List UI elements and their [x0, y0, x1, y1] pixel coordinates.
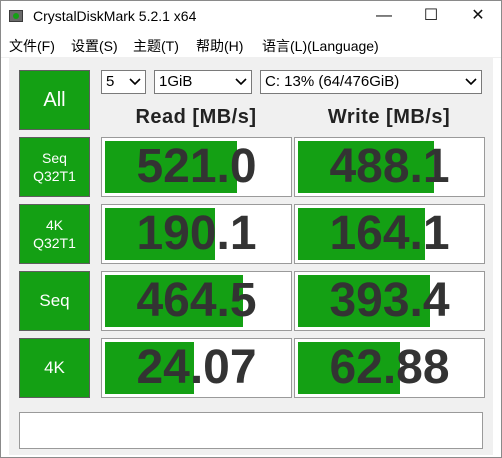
- chevron-down-icon: [235, 78, 247, 86]
- read-value: 24.07: [136, 341, 257, 394]
- write-value: 62.88: [329, 341, 450, 394]
- row-label-primary: Seq: [42, 150, 67, 166]
- menu-theme[interactable]: 主题(T): [133, 36, 179, 56]
- seq-q32t1-write-cell: 488.1: [294, 137, 485, 197]
- read-header: Read [MB/s]: [135, 106, 257, 128]
- disk-app-icon: [9, 10, 23, 22]
- 4k-q32t1-button[interactable]: 4K Q32T1: [19, 204, 90, 264]
- write-header: Write [MB/s]: [327, 106, 451, 128]
- menu-language[interactable]: 语言(L)(Language): [262, 36, 379, 56]
- 4k-q32t1-read-cell: 190.1: [101, 204, 292, 264]
- window-title: CrystalDiskMark 5.2.1 x64: [33, 8, 197, 24]
- 4k-button[interactable]: 4K: [19, 338, 90, 398]
- row-label-primary: 4K: [45, 217, 64, 233]
- test-size-select[interactable]: 1GiB: [154, 70, 252, 94]
- drive-select[interactable]: C: 13% (64/476GiB): [260, 70, 482, 94]
- chevron-down-icon: [129, 78, 141, 86]
- menu-file[interactable]: 文件(F): [9, 36, 55, 56]
- row-label-primary: Seq: [39, 291, 70, 310]
- menu-bar: 文件(F) 设置(S) 主题(T) 帮助(H) 语言(L)(Language): [1, 31, 501, 58]
- app-window: CrystalDiskMark 5.2.1 x64 — ☐ ✕ 文件(F) 设置…: [0, 0, 502, 458]
- main-panel: All 5 1GiB C: 13% (64/476GiB) Read [MB/s…: [9, 57, 493, 455]
- read-value: 190.1: [136, 207, 257, 260]
- row-label-secondary: Q32T1: [33, 235, 76, 251]
- comment-input[interactable]: [19, 412, 483, 449]
- close-button[interactable]: ✕: [455, 1, 501, 31]
- seq-q32t1-button[interactable]: Seq Q32T1: [19, 137, 90, 197]
- row-label-secondary: Q32T1: [33, 168, 76, 184]
- minimize-button[interactable]: —: [361, 1, 407, 31]
- read-value: 521.0: [136, 140, 257, 193]
- seq-button[interactable]: Seq: [19, 271, 90, 331]
- chevron-down-icon: [465, 78, 477, 86]
- seq-q32t1-read-cell: 521.0: [101, 137, 292, 197]
- test-count-select[interactable]: 5: [101, 70, 146, 94]
- run-all-label: All: [43, 88, 66, 111]
- test-count-value: 5: [106, 73, 115, 90]
- title-bar[interactable]: CrystalDiskMark 5.2.1 x64 — ☐ ✕: [1, 1, 501, 31]
- read-value: 464.5: [136, 274, 257, 327]
- row-label-primary: 4K: [44, 358, 65, 377]
- run-all-button[interactable]: All: [19, 70, 90, 130]
- seq-read-cell: 464.5: [101, 271, 292, 331]
- drive-value: C: 13% (64/476GiB): [265, 73, 400, 90]
- seq-write-cell: 393.4: [294, 271, 485, 331]
- write-value: 393.4: [329, 274, 450, 327]
- 4k-write-cell: 62.88: [294, 338, 485, 398]
- 4k-read-cell: 24.07: [101, 338, 292, 398]
- test-size-value: 1GiB: [159, 73, 193, 90]
- menu-help[interactable]: 帮助(H): [196, 36, 243, 56]
- 4k-q32t1-write-cell: 164.1: [294, 204, 485, 264]
- maximize-button[interactable]: ☐: [408, 1, 454, 31]
- write-value: 164.1: [329, 207, 450, 260]
- write-value: 488.1: [329, 140, 450, 193]
- menu-settings[interactable]: 设置(S): [71, 36, 118, 56]
